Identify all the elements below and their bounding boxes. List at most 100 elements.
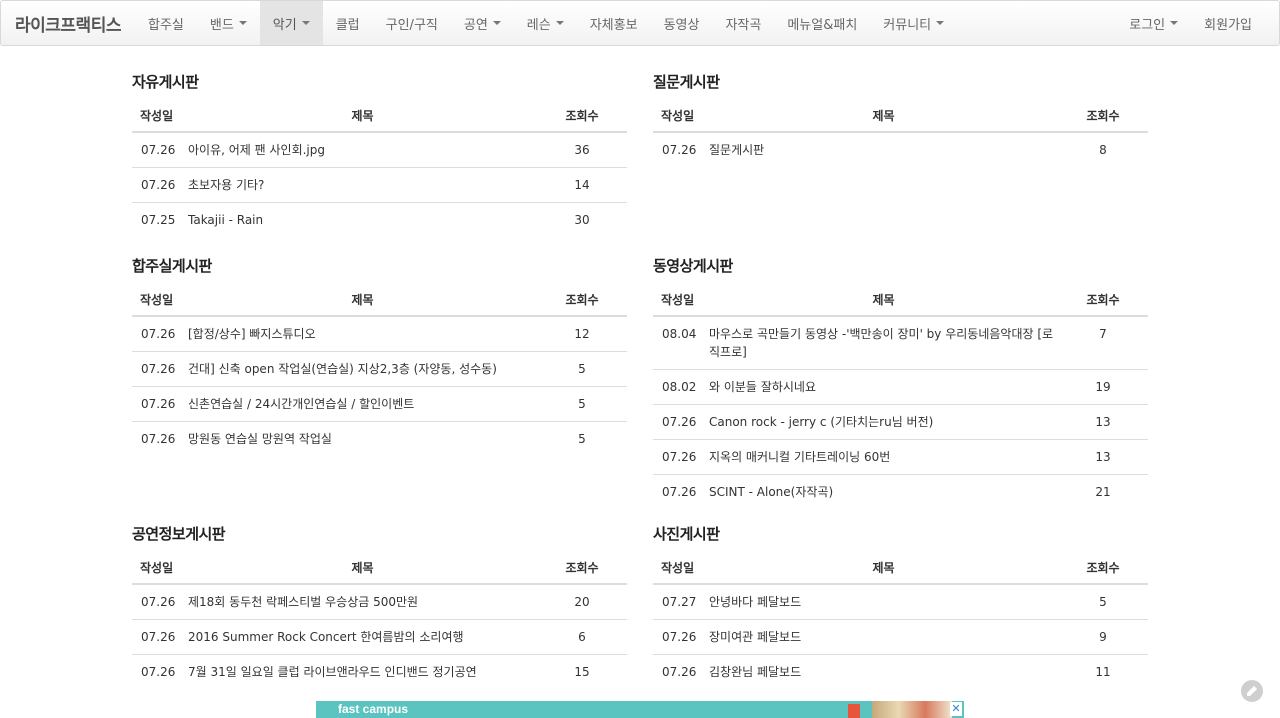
feedback-icon[interactable] [1241, 680, 1263, 702]
view-count: 8 [1099, 143, 1107, 157]
post-title[interactable]: 2016 Summer Rock Concert 한여름밤의 소리여행 [188, 619, 537, 655]
board-table: 작성일 제목 조회수 07.26 제18회 동두천 락페스티벌 우승상금 500만원 20… [132, 551, 627, 689]
post-title[interactable]: 7월 31일 일요일 클럽 라이브앤라우드 인디밴드 정기공연 [188, 655, 537, 690]
nav-item-5[interactable]: 공연 [451, 1, 514, 45]
column-header-views: 조회수 [537, 551, 627, 585]
nav-item-label: 클럽 [335, 17, 360, 33]
post-date: 07.26 [132, 167, 188, 203]
login-menu[interactable]: 로그인 [1116, 1, 1191, 45]
table-row: 07.26 초보자용 기타? 14 [132, 167, 627, 203]
column-header-date: 작성일 [132, 551, 188, 585]
board-title[interactable]: 자유게시판 [132, 67, 627, 97]
board-title[interactable]: 질문게시판 [653, 67, 1148, 97]
view-count: 21 [1095, 485, 1111, 499]
table-row: 08.04 마우스로 곡만들기 동영상 -'백만송이 장미' by 우리동네음악대… [653, 316, 1148, 370]
nav-item-9[interactable]: 자작곡 [712, 1, 774, 45]
close-icon[interactable]: ✕ [950, 702, 962, 716]
nav-item-3[interactable]: 클럽 [323, 1, 373, 45]
nav-item-label: 동영상 [663, 17, 700, 33]
post-title[interactable]: 장미여관 페달보드 [709, 619, 1058, 655]
post-date: 07.27 [653, 584, 709, 620]
nav-item-6[interactable]: 레슨 [514, 1, 577, 45]
nav-item-8[interactable]: 동영상 [651, 1, 713, 45]
nav-item-0[interactable]: 합주실 [135, 1, 197, 45]
nav-item-10[interactable]: 메뉴얼&패치 [774, 1, 870, 45]
post-date: 07.25 [141, 213, 176, 227]
nav-item-label: 밴드 [209, 17, 234, 33]
view-count: 36 [537, 132, 627, 168]
caret-down-icon [936, 21, 945, 25]
nav-item-label: 구인/구직 [385, 17, 438, 33]
nav-item-label: 메뉴얼&패치 [787, 17, 858, 33]
post-title[interactable]: 김창완님 페달보드 [709, 655, 1058, 690]
post-title[interactable]: 마우스로 곡만들기 동영상 -'백만송이 장미' by 우리동네음악대장 [로직… [709, 316, 1058, 370]
view-count: 7 [1058, 316, 1148, 370]
post-title[interactable]: 질문게시판 [709, 132, 1058, 167]
board-free: 자유게시판 작성일 제목 조회수 07.26 아이유, 어제 팬 사인회.jpg 36 07.… [132, 67, 627, 237]
column-header-views: 조회수 [1058, 551, 1148, 585]
ad-text: fast campus [338, 702, 409, 716]
site-logo[interactable]: 라이크프랙티스 [1, 1, 135, 45]
table-row: 07.27 안녕바다 페달보드 5 [653, 584, 1148, 620]
view-count: 9 [1058, 619, 1148, 655]
post-title[interactable]: 지옥의 매커니컬 기타트레이닝 60번 [709, 439, 1058, 475]
board-title[interactable]: 공연정보게시판 [132, 519, 627, 549]
post-title[interactable]: SCINT - Alone(자작곡) [709, 475, 1058, 510]
caret-down-icon [555, 21, 564, 25]
board-table: 작성일 제목 조회수 07.26 아이유, 어제 팬 사인회.jpg 36 07.26 초보자… [132, 99, 627, 237]
ad-image [872, 701, 952, 718]
account-menu: 로그인 회원가입 [1116, 1, 1265, 45]
board-photo: 사진게시판 작성일 제목 조회수 07.27 안녕바다 페달보드 5 07.26 장미여관 페달… [653, 519, 1148, 689]
board-title[interactable]: 합주실게시판 [132, 251, 627, 281]
view-count: 14 [537, 167, 627, 203]
ad-graphic [848, 704, 860, 718]
table-row: 07.26 [합정/상수] 빠지스튜디오 12 [132, 316, 627, 352]
post-title[interactable]: 안녕바다 페달보드 [709, 584, 1058, 620]
view-count: 5 [578, 432, 586, 446]
nav-item-label: 커뮤니티 [883, 17, 932, 33]
view-count: 13 [1058, 439, 1148, 475]
table-row: 07.26 아이유, 어제 팬 사인회.jpg 36 [132, 132, 627, 168]
nav-item-7[interactable]: 자체홍보 [577, 1, 651, 45]
post-title[interactable]: 와 이분들 잘하시네요 [709, 369, 1058, 405]
nav-item-2[interactable]: 악기 [259, 1, 323, 45]
nav-item-4[interactable]: 구인/구직 [373, 1, 451, 45]
board-title[interactable]: 사진게시판 [653, 519, 1148, 549]
post-title[interactable]: Takajii - Rain [188, 203, 537, 238]
column-header-title: 제목 [188, 283, 537, 317]
post-date: 07.26 [141, 665, 176, 679]
post-date: 07.26 [132, 316, 188, 352]
post-title[interactable]: [합정/상수] 빠지스튜디오 [188, 316, 537, 352]
table-row: 07.26 장미여관 페달보드 9 [653, 619, 1148, 655]
column-header-views: 조회수 [537, 99, 627, 133]
post-title[interactable]: Canon rock - jerry c (기타치는ru님 버전) [709, 404, 1058, 440]
post-date: 07.26 [141, 432, 176, 446]
nav-item-11[interactable]: 커뮤니티 [870, 1, 957, 45]
table-row: 07.26 질문게시판 8 [653, 132, 1148, 167]
table-row: 07.26 7월 31일 일요일 클럽 라이브앤라우드 인디밴드 정기공연 15 [132, 655, 627, 690]
post-title[interactable]: 건대] 신축 open 작업실(연습실) 지상2,3층 (자양동, 성수동) [188, 351, 537, 387]
top-navbar: 라이크프랙티스 합주실 밴드 악기 클럽 구인/구직 공연 레슨 자체홍보 동영상 자작곡 메뉴얼&… [0, 0, 1280, 46]
post-date: 07.26 [132, 584, 188, 620]
column-header-date: 작성일 [132, 283, 188, 317]
column-header-title: 제목 [709, 283, 1058, 317]
nav-item-1[interactable]: 밴드 [197, 1, 260, 45]
post-date: 07.26 [662, 485, 697, 499]
signup-link[interactable]: 회원가입 [1191, 1, 1265, 45]
nav-item-label: 자체홍보 [589, 17, 638, 33]
post-title[interactable]: 초보자용 기타? [188, 167, 537, 203]
post-title[interactable]: 신촌연습실 / 24시간개인연습실 / 할인이벤트 [188, 386, 537, 422]
board-title[interactable]: 동영상게시판 [653, 251, 1148, 281]
board-qna: 질문게시판 작성일 제목 조회수 07.26 질문게시판 8 [653, 67, 1148, 167]
post-date: 07.26 [653, 619, 709, 655]
post-title[interactable]: 아이유, 어제 팬 사인회.jpg [188, 132, 537, 168]
post-date: 07.26 [653, 404, 709, 440]
table-row: 07.26 망원동 연습실 망원역 작업실 5 [132, 422, 627, 457]
table-row: 07.26 김창완님 페달보드 11 [653, 655, 1148, 690]
view-count: 11 [1095, 665, 1111, 679]
ad-banner[interactable]: fast campus ✕ [316, 701, 964, 718]
post-title[interactable]: 망원동 연습실 망원역 작업실 [188, 422, 537, 457]
main-menu: 합주실 밴드 악기 클럽 구인/구직 공연 레슨 자체홍보 동영상 자작곡 메뉴얼&패치 커뮤니티 [135, 1, 957, 45]
post-title[interactable]: 제18회 동두천 락페스티벌 우승상금 500만원 [188, 584, 537, 620]
post-date: 07.26 [132, 132, 188, 168]
